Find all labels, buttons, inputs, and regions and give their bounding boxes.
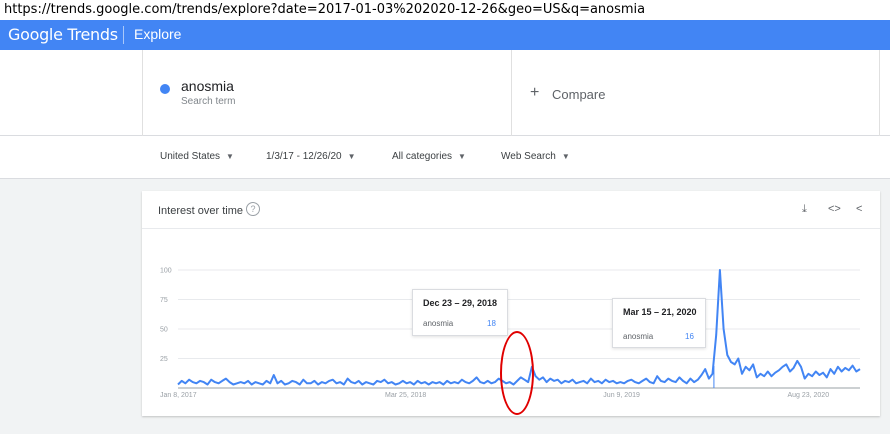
region-value: United States — [160, 151, 221, 162]
y-tick-label: 50 — [160, 327, 168, 334]
y-axis-ticks: 25 50 75 100 — [160, 268, 172, 364]
tooltip-date: Mar 15 – 21, 2020 — [623, 307, 697, 317]
url-caption: https://trends.google.com/trends/explore… — [0, 0, 890, 20]
category-dropdown[interactable]: All categories ▼ — [392, 151, 466, 162]
search-terms-row: anosmia Search term + Compare — [0, 50, 890, 136]
chevron-down-icon: ▼ — [347, 152, 356, 161]
category-value: All categories — [392, 151, 453, 162]
term-color-dot — [160, 84, 170, 94]
x-tick-label: Mar 25, 2018 — [385, 392, 426, 399]
date-range-dropdown[interactable]: 1/3/17 - 12/26/20 ▼ — [266, 151, 356, 162]
search-term-name[interactable]: anosmia — [181, 78, 234, 94]
chevron-down-icon: ▼ — [561, 152, 570, 161]
header-divider — [123, 26, 124, 44]
card-header: Interest over time ? ⤓ <> < — [142, 191, 880, 229]
x-tick-label: Jun 9, 2019 — [603, 392, 640, 399]
region-dropdown[interactable]: United States ▼ — [160, 151, 234, 162]
tooltip-term: anosmia — [623, 332, 654, 341]
embed-icon[interactable]: <> — [828, 203, 841, 215]
y-tick-label: 25 — [160, 356, 168, 363]
tooltip-value: 18 — [487, 319, 496, 328]
red-highlight-ellipse — [500, 331, 534, 415]
search-term-card[interactable]: anosmia Search term — [142, 50, 512, 136]
help-icon[interactable]: ? — [246, 202, 260, 216]
filter-bar: United States ▼ 1/3/17 - 12/26/20 ▼ All ca… — [0, 137, 890, 179]
date-range-value: 1/3/17 - 12/26/20 — [266, 151, 342, 162]
search-term-type: Search term — [181, 96, 236, 107]
tooltip-term: anosmia — [423, 319, 454, 328]
x-tick-label: Jan 8, 2017 — [160, 392, 197, 399]
chart-tooltip: Dec 23 – 29, 2018 anosmia 18 — [412, 289, 508, 336]
tooltip-date: Dec 23 – 29, 2018 — [423, 298, 498, 308]
y-tick-label: 100 — [160, 268, 172, 275]
chart-tooltip: Mar 15 – 21, 2020 anosmia 16 — [612, 298, 706, 348]
compare-label: Compare — [552, 87, 606, 102]
chevron-down-icon: ▼ — [458, 152, 466, 161]
search-type-dropdown[interactable]: Web Search ▼ — [501, 151, 570, 162]
page-section-title: Explore — [134, 26, 182, 42]
tooltip-value: 16 — [685, 332, 694, 341]
search-type-value: Web Search — [501, 151, 556, 162]
x-axis-ticks: Jan 8, 2017 Mar 25, 2018 Jun 9, 2019 Aug 23… — [160, 392, 829, 399]
plus-icon: + — [530, 84, 540, 101]
y-tick-label: 75 — [160, 297, 168, 304]
compare-button[interactable]: + Compare — [512, 50, 880, 136]
share-icon[interactable]: < — [856, 203, 862, 215]
download-icon[interactable]: ⤓ — [802, 203, 807, 216]
top-app-bar: Google Trends Explore — [0, 20, 890, 50]
google-trends-logo[interactable]: Google Trends — [8, 25, 118, 44]
chevron-down-icon: ▼ — [226, 152, 234, 161]
x-tick-label: Aug 23, 2020 — [787, 392, 829, 399]
card-title: Interest over time — [158, 205, 243, 217]
